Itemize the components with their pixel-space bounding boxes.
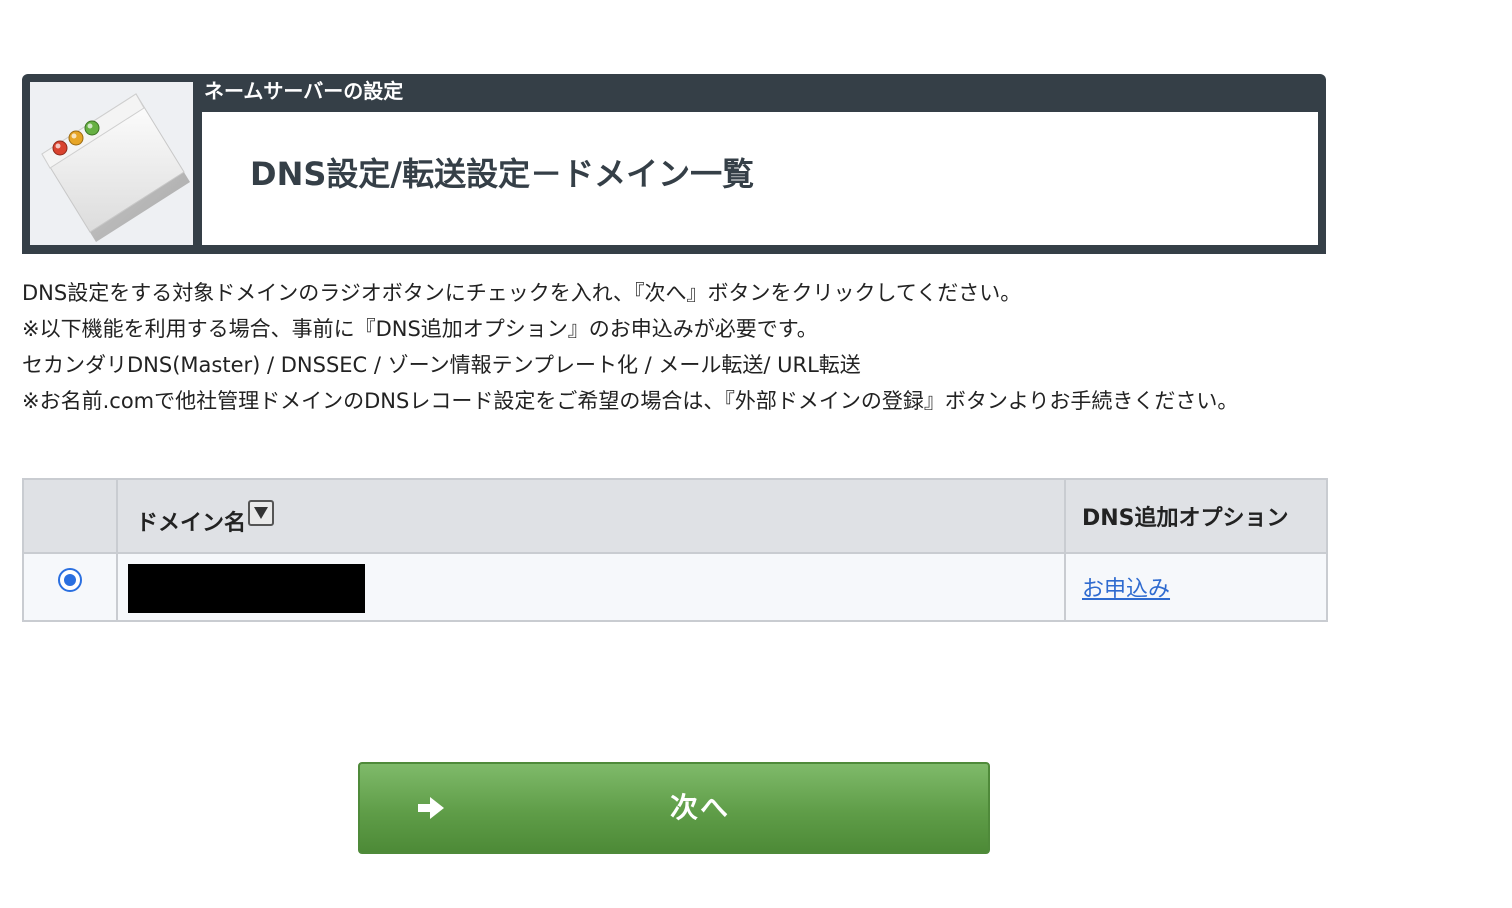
instructions: DNS設定をする対象ドメインのラジオボタンにチェックを入れ、『次へ』ボタンをクリ… [22,275,1326,419]
page-title: DNS設定/転送設定－ドメイン一覧 [250,155,755,193]
radio-cell [22,552,118,622]
instruction-line: DNS設定をする対象ドメインのラジオボタンにチェックを入れ、『次へ』ボタンをクリ… [22,281,1022,305]
domain-column-header: ドメイン名 [116,478,1066,554]
table-row: お申込み [22,552,1328,622]
dns-option-column-header: DNS追加オプション [1064,478,1328,554]
sort-triangle-icon [254,507,269,519]
domain-cell [116,552,1066,622]
radio-selected-dot [64,574,76,586]
next-button[interactable]: 次へ [358,762,990,854]
section-label: ネームサーバーの設定 [204,79,404,103]
instruction-line: ※以下機能を利用する場合、事前に『DNS追加オプション』のお申込みが必要です。 [22,317,818,341]
page-header: ネームサーバーの設定 DNS設定/転送設定－ドメイン一覧 [22,74,1326,254]
domain-column-label: ドメイン名 [136,511,247,536]
instruction-line: ※お名前.comで他社管理ドメインのDNSレコード設定をご希望の場合は、『外部ド… [22,389,1239,413]
sort-down-icon[interactable] [248,500,275,526]
redacted-domain-name [128,564,365,613]
domain-radio-button[interactable] [58,568,82,592]
select-column-header [22,478,118,554]
header-icon-box [30,82,193,245]
next-button-label: 次へ [669,791,730,824]
dns-option-column-label: DNS追加オプション [1082,506,1289,531]
apply-option-link[interactable]: お申込み [1082,577,1170,602]
dns-option-cell: お申込み [1064,552,1328,622]
domain-table: ドメイン名 DNS追加オプション お申込み [22,478,1328,622]
instruction-line: セカンダリDNS(Master) / DNSSEC / ゾーン情報テンプレート化… [22,353,861,377]
title-box: DNS設定/転送設定－ドメイン一覧 [202,112,1318,245]
browser-window-icon [41,93,190,242]
table-header-row: ドメイン名 DNS追加オプション [22,478,1328,554]
